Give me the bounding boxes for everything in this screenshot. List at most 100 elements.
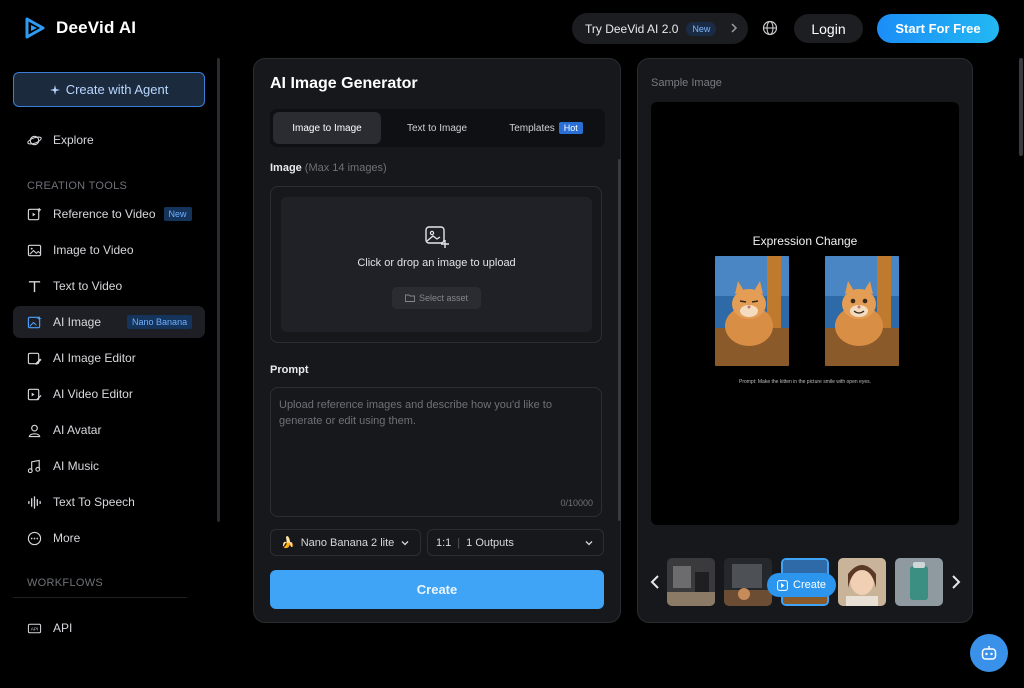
model-value: Nano Banana 2 lite <box>300 536 395 549</box>
deevid-logo-icon <box>25 17 45 39</box>
upload-instruction: Click or drop an image to upload <box>357 257 516 269</box>
sidebar-item-label: AI Music <box>53 459 100 473</box>
robot-icon <box>981 646 997 660</box>
sidebar-item-ai-avatar[interactable]: AI Avatar <box>13 414 205 446</box>
image-upload-dropzone[interactable]: Click or drop an image to upload Select … <box>270 186 602 343</box>
music-icon <box>27 459 41 473</box>
sample-caption: Prompt: Make the kitten in the picture s… <box>738 379 871 385</box>
prompt-placeholder: Upload reference images and describe how… <box>279 399 552 427</box>
sidebar-item-label: AI Avatar <box>53 423 102 437</box>
sidebar-item-text-to-speech[interactable]: Text To Speech <box>13 486 205 518</box>
new-badge: New <box>163 207 192 221</box>
sample-thumbnail[interactable] <box>724 558 772 606</box>
chevron-right-icon[interactable] <box>950 574 962 590</box>
page-scrollbar[interactable] <box>1019 58 1023 156</box>
globe-icon[interactable] <box>762 20 778 36</box>
create-with-agent-button[interactable]: Create with Agent <box>13 72 205 107</box>
sample-preview: Expression Change Prompt: Make the kitte… <box>651 102 959 525</box>
sidebar-scrollbar[interactable] <box>217 58 220 522</box>
tab-image-to-image[interactable]: Image to Image <box>273 112 381 144</box>
planet-icon <box>27 135 42 145</box>
select-asset-label: Select asset <box>418 293 469 303</box>
new-badge: New <box>686 21 717 36</box>
api-icon: API <box>27 623 42 633</box>
outputs-value: 1 Outputs <box>466 536 514 549</box>
sidebar-item-explore[interactable]: Explore <box>13 124 205 156</box>
panel-title: AI Image Generator <box>270 75 418 92</box>
chevron-left-icon[interactable] <box>649 574 661 590</box>
sidebar-item-image-to-video[interactable]: Image to Video <box>13 234 205 266</box>
brand-name: DeeVid AI <box>56 18 137 37</box>
character-counter: 0/10000 <box>560 498 593 508</box>
start-for-free-button[interactable]: Start For Free <box>877 14 999 43</box>
sidebar-item-label: API <box>53 621 73 635</box>
ai-image-generator-panel: AI Image Generator Image to Image Text t… <box>253 58 621 623</box>
video-editor-icon <box>27 388 42 400</box>
sample-thumbnail[interactable] <box>838 558 886 606</box>
section-workflows: WORKFLOWS <box>27 577 104 589</box>
image-upload-icon <box>425 226 449 248</box>
separator: | <box>457 536 461 549</box>
sidebar-item-api[interactable]: API API <box>13 612 205 644</box>
sidebar-item-reference-to-video[interactable]: Reference to Video New <box>13 198 205 230</box>
chat-assistant-button[interactable] <box>970 634 1008 672</box>
sidebar-item-label: AI Video Editor <box>53 387 133 401</box>
login-button[interactable]: Login <box>794 14 863 43</box>
generator-tabs: Image to Image Text to Image Templates H… <box>270 109 605 147</box>
upload-area[interactable]: Click or drop an image to upload Select … <box>281 197 592 332</box>
nano-banana-badge: Nano Banana <box>127 315 193 329</box>
sample-image-panel: Sample Image Expression Change Prompt: M… <box>637 58 973 623</box>
try-label: Try DeeVid AI 2.0 <box>585 21 679 36</box>
tab-templates[interactable]: Templates Hot <box>493 112 599 144</box>
prompt-textarea[interactable]: Upload reference images and describe how… <box>270 387 602 517</box>
sidebar-item-ai-image-editor[interactable]: AI Image Editor <box>13 342 205 374</box>
cat-image-after <box>825 256 899 366</box>
image-label: Image <box>270 162 302 174</box>
svg-text:API: API <box>31 626 39 631</box>
sidebar-item-label: Text to Video <box>53 279 123 293</box>
waveform-icon <box>28 495 41 509</box>
image-field-label: Image (Max 14 images) <box>270 162 387 174</box>
sidebar-item-text-to-video[interactable]: Text to Video <box>13 270 205 302</box>
brand-logo[interactable]: DeeVid AI <box>24 16 136 40</box>
panel-scrollbar[interactable] <box>618 159 621 521</box>
ai-image-icon <box>27 315 42 328</box>
sample-thumbnail-strip: Create <box>638 557 974 609</box>
sample-create-button[interactable]: Create <box>767 573 837 597</box>
sidebar-item-label: AI Image Editor <box>53 351 136 365</box>
sidebar: Create with Agent Explore CREATION TOOLS… <box>0 58 222 688</box>
sample-thumbnail[interactable] <box>895 558 943 606</box>
play-square-icon <box>777 579 788 591</box>
chevron-down-icon <box>401 540 409 545</box>
section-creation-tools: CREATION TOOLS <box>27 180 128 192</box>
ratio-outputs-select[interactable]: 1:1 | 1 Outputs <box>427 529 604 556</box>
sparkle-icon <box>49 84 60 95</box>
sidebar-item-ai-video-editor[interactable]: AI Video Editor <box>13 378 205 410</box>
sidebar-item-more[interactable]: More <box>13 522 205 554</box>
image-hint: (Max 14 images) <box>304 162 387 174</box>
tab-text-to-image[interactable]: Text to Image <box>387 112 487 144</box>
sample-image-label: Sample Image <box>651 77 722 89</box>
model-select[interactable]: 🍌 Nano Banana 2 lite <box>270 529 421 556</box>
sample-heading: Expression Change <box>752 234 858 248</box>
prompt-label: Prompt <box>270 364 309 376</box>
sample-create-label: Create <box>793 579 827 591</box>
try-deevid-2-button[interactable]: Try DeeVid AI 2.0 New <box>572 13 748 44</box>
hot-badge: Hot <box>558 122 583 134</box>
sidebar-divider <box>13 597 187 598</box>
sample-thumbnail[interactable] <box>667 558 715 606</box>
sidebar-item-ai-music[interactable]: AI Music <box>13 450 205 482</box>
tab-templates-label: Templates <box>509 122 555 134</box>
chevron-down-icon <box>585 541 593 546</box>
more-icon <box>27 531 42 545</box>
image-editor-icon <box>27 352 42 365</box>
avatar-icon <box>28 424 41 437</box>
create-button[interactable]: Create <box>270 570 604 609</box>
folder-icon <box>405 294 415 302</box>
cat-image-before <box>715 256 789 366</box>
sidebar-item-ai-image[interactable]: AI Image Nano Banana <box>13 306 205 338</box>
select-asset-button[interactable]: Select asset <box>392 287 481 309</box>
sidebar-item-label: Explore <box>53 133 94 147</box>
sidebar-item-label: Text To Speech <box>53 495 135 509</box>
top-bar: DeeVid AI Try DeeVid AI 2.0 New Login St… <box>0 0 1024 58</box>
